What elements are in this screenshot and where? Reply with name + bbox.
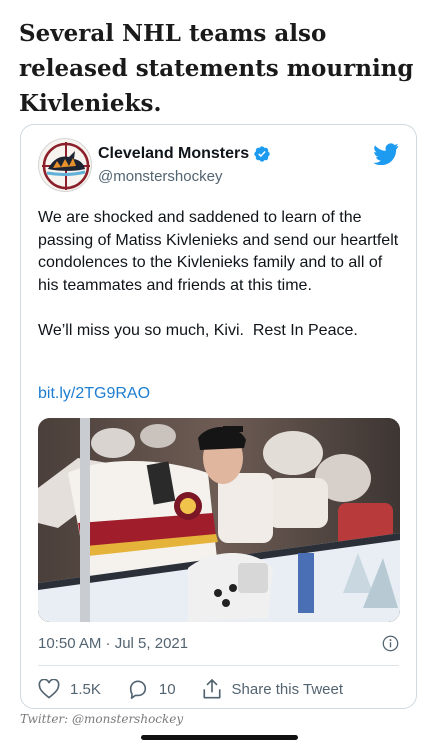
tweet-link[interactable]: bit.ly/2TG9RAO: [38, 385, 150, 403]
twitter-bird-icon[interactable]: [373, 143, 399, 165]
reply-button[interactable]: 10: [127, 679, 176, 700]
tweet-text: We are shocked and saddened to learn of …: [38, 209, 399, 339]
reply-icon: [129, 679, 146, 699]
author-name[interactable]: Cleveland Monsters: [98, 145, 249, 163]
heart-icon: [38, 679, 60, 699]
like-count: 1.5K: [70, 680, 101, 698]
cleveland-monsters-logo-icon: [42, 142, 90, 190]
tweet-timestamp[interactable]: 10:50 AM · Jul 5, 2021: [38, 635, 188, 652]
share-label: Share this Tweet: [231, 680, 343, 698]
divider: [38, 665, 399, 666]
home-indicator[interactable]: [141, 735, 298, 740]
tweet-photo[interactable]: [38, 418, 400, 622]
share-button[interactable]: Share this Tweet: [202, 678, 343, 700]
info-icon[interactable]: [382, 635, 399, 652]
article-headline: Several NHL teams also released statemen…: [19, 20, 414, 117]
embed-caption: Twitter: @monstershockey: [20, 712, 184, 726]
share-icon: [203, 679, 221, 699]
author-handle[interactable]: @monstershockey: [98, 168, 222, 185]
avatar[interactable]: [38, 138, 92, 192]
tweet-actions: 1.5K 10 Share this Tweet: [38, 678, 369, 700]
reply-count: 10: [158, 680, 176, 698]
embedded-tweet[interactable]: Cleveland Monsters @monstershockey We ar…: [20, 124, 417, 709]
like-button[interactable]: 1.5K: [38, 679, 101, 699]
verified-badge-icon: [254, 146, 270, 162]
hockey-player-photo: [38, 418, 400, 622]
